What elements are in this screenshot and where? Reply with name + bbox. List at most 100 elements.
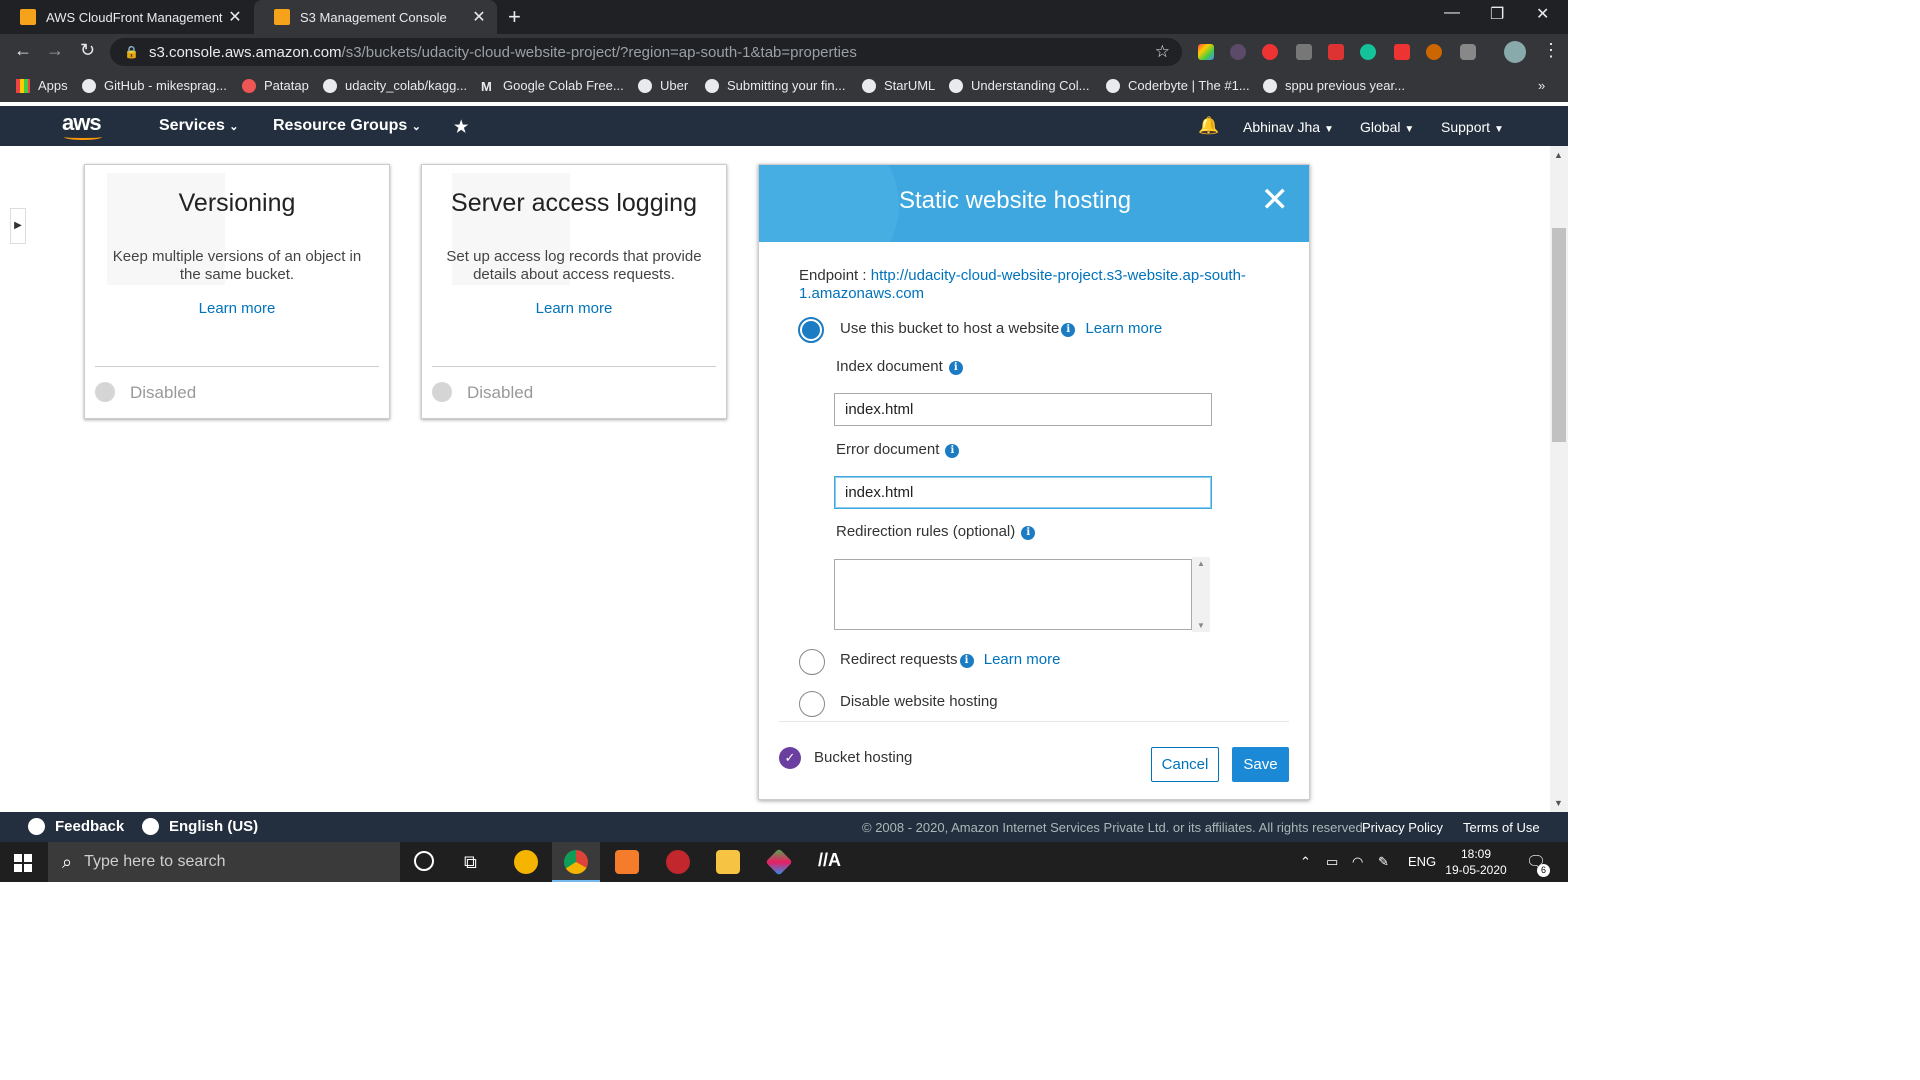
disable-hosting-radio[interactable]	[799, 691, 825, 717]
bookmark-udacity-colab[interactable]: udacity_colab/kagg...	[323, 78, 467, 93]
bookmark-coderbyte[interactable]: Coderbyte | The #1...	[1106, 78, 1250, 93]
scrollbar-thumb[interactable]	[1552, 228, 1566, 442]
use-bucket-radio[interactable]	[798, 317, 824, 343]
cortana-icon[interactable]	[414, 851, 434, 871]
bell-icon[interactable]: 🔔	[1198, 116, 1219, 136]
versioning-card[interactable]: Versioning Keep multiple versions of an …	[84, 164, 390, 419]
redirect-requests-radio[interactable]	[799, 649, 825, 675]
server-access-logging-card[interactable]: Server access logging Set up access log …	[421, 164, 727, 419]
tab-s3-console[interactable]: S3 Management Console ✕	[254, 0, 497, 34]
input-language[interactable]: ENG	[1408, 854, 1436, 869]
bookmark-understanding[interactable]: Understanding Col...	[949, 78, 1090, 93]
task-view-icon[interactable]: ⧉	[464, 852, 477, 873]
terms-of-use-link[interactable]: Terms of Use	[1463, 820, 1540, 835]
red-extension-icon[interactable]	[1328, 44, 1344, 60]
profile-avatar[interactable]	[1504, 41, 1526, 63]
shield-extension-icon[interactable]	[1460, 44, 1476, 60]
stats-extension-icon[interactable]	[1296, 44, 1312, 60]
bookmark-uber[interactable]: Uber	[638, 78, 688, 93]
support-menu[interactable]: Support ▼	[1441, 119, 1504, 135]
learn-more-link[interactable]: Learn more	[85, 300, 389, 317]
record-extension-icon[interactable]	[1262, 44, 1278, 60]
privacy-policy-link[interactable]: Privacy Policy	[1362, 820, 1443, 835]
caret-down-icon: ▼	[1323, 124, 1334, 135]
feedback-button[interactable]: Feedback	[28, 818, 124, 835]
aws-logo[interactable]: aws	[62, 110, 102, 136]
bookmark-google-colab[interactable]: M Google Colab Free...	[481, 78, 624, 94]
windows-start-icon[interactable]	[14, 854, 32, 872]
info-icon[interactable]: i	[1061, 323, 1076, 337]
bookmark-star-icon[interactable]: ☆	[1155, 42, 1170, 62]
git-kraken-icon[interactable]	[765, 848, 793, 876]
bookmark-sppu[interactable]: sppu previous year...	[1263, 78, 1405, 93]
caret-down-icon: ▼	[1493, 124, 1504, 135]
cancel-button[interactable]: Cancel	[1151, 747, 1219, 782]
bookmark-apps[interactable]: Apps	[16, 78, 68, 93]
info-icon[interactable]: i	[1021, 526, 1036, 540]
scroll-up-icon[interactable]: ▲	[1197, 559, 1205, 568]
bookmark-github[interactable]: GitHub - mikesprag...	[82, 78, 227, 93]
pocket-icon[interactable]	[1394, 44, 1410, 60]
bucket-hosting-status: Bucket hosting	[814, 749, 913, 766]
endpoint-url-link[interactable]: http://udacity-cloud-website-project.s3-…	[799, 267, 1246, 302]
index-document-input[interactable]: index.html	[834, 393, 1212, 426]
minimize-icon[interactable]: —	[1444, 4, 1460, 22]
services-menu[interactable]: Services ⌄	[159, 117, 239, 135]
error-document-input[interactable]: index.html	[834, 476, 1212, 509]
app-red-icon[interactable]	[666, 850, 690, 874]
learn-more-link[interactable]: Learn more	[984, 651, 1061, 668]
battery-icon[interactable]: ▭	[1326, 854, 1338, 870]
info-icon[interactable]: i	[959, 654, 974, 668]
page-scrollbar[interactable]: ▲ ▼	[1550, 146, 1568, 812]
bookmark-patatap[interactable]: Patatap	[242, 78, 309, 93]
bookmark-staruml[interactable]: StarUML	[862, 78, 935, 93]
reload-icon[interactable]: ↻	[80, 40, 95, 61]
learn-more-link[interactable]: Learn more	[1085, 320, 1162, 337]
pen-icon[interactable]: ✎	[1378, 854, 1389, 870]
tray-expand-icon[interactable]: ⌃	[1300, 854, 1311, 870]
color-extension-icon[interactable]	[1198, 44, 1214, 60]
info-icon[interactable]: i	[948, 361, 963, 375]
grammarly-icon[interactable]	[1360, 44, 1376, 60]
app-stripes-icon[interactable]: //A	[818, 850, 842, 874]
close-icon[interactable]: ✕	[1261, 183, 1290, 217]
info-icon[interactable]: i	[945, 444, 960, 458]
save-button[interactable]: Save	[1232, 747, 1289, 782]
scroll-up-icon[interactable]: ▲	[1554, 150, 1563, 160]
resource-groups-menu[interactable]: Resource Groups ⌄	[273, 117, 421, 135]
region-menu[interactable]: Global ▼	[1360, 119, 1414, 135]
textarea-scrollbar[interactable]: ▲ ▼	[1192, 557, 1210, 632]
back-icon[interactable]: ←	[14, 40, 32, 61]
aws-favicon-icon	[274, 9, 290, 25]
scroll-down-icon[interactable]: ▼	[1554, 798, 1563, 808]
url-bar[interactable]: 🔒 s3.console.aws.amazon.com/s3/buckets/u…	[110, 38, 1182, 66]
chrome-icon[interactable]	[564, 850, 588, 874]
wifi-icon[interactable]: ◠	[1352, 854, 1363, 870]
desc-extension-icon[interactable]	[1426, 44, 1442, 60]
forward-icon[interactable]: →	[46, 40, 64, 61]
window-close-icon[interactable]: ✕	[1536, 4, 1549, 24]
close-tab-icon[interactable]: ✕	[467, 7, 491, 27]
redirection-rules-textarea[interactable]	[834, 559, 1192, 630]
xampp-icon[interactable]	[615, 850, 639, 874]
scroll-down-icon[interactable]: ▼	[1197, 621, 1205, 630]
browser-menu-icon[interactable]: ⋮	[1542, 40, 1560, 61]
index-document-label: Index document	[836, 358, 943, 375]
sidebar-expand-toggle[interactable]: ▶	[10, 208, 26, 244]
language-selector[interactable]: English (US)	[142, 818, 258, 835]
k-extension-icon[interactable]	[1230, 44, 1246, 60]
pin-icon[interactable]: ★	[454, 117, 468, 137]
restore-icon[interactable]: ❐	[1490, 4, 1504, 24]
more-bookmarks-icon[interactable]: »	[1538, 78, 1545, 93]
app-yellow-circle-icon[interactable]	[514, 850, 538, 874]
tab-cloudfront[interactable]: AWS CloudFront Management C ✕	[0, 0, 253, 34]
close-tab-icon[interactable]: ✕	[223, 7, 247, 27]
file-explorer-icon[interactable]	[716, 850, 740, 874]
bookmark-submitting[interactable]: Submitting your fin...	[705, 78, 846, 93]
taskbar-search-box[interactable]: ⌕ Type here to search	[48, 842, 400, 882]
account-menu[interactable]: Abhinav Jha ▼	[1243, 119, 1334, 135]
new-tab-icon[interactable]: +	[508, 4, 521, 30]
globe-icon	[1263, 78, 1277, 93]
taskbar-clock[interactable]: 18:09 19-05-2020	[1440, 846, 1512, 878]
learn-more-link[interactable]: Learn more	[422, 300, 726, 317]
